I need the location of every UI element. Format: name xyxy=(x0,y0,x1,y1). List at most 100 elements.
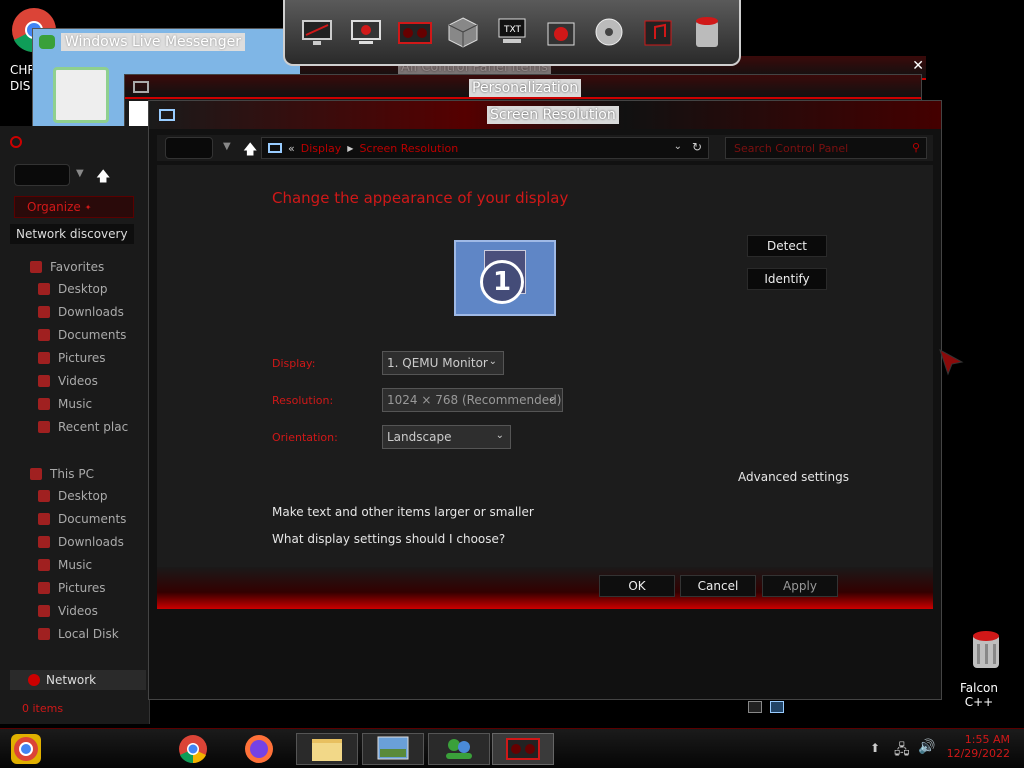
start-button[interactable] xyxy=(6,731,46,767)
clock[interactable]: 1:55 AM 12/29/2022 xyxy=(947,733,1010,761)
taskbar-firefox[interactable] xyxy=(228,733,290,765)
txt-file-icon[interactable]: TXT xyxy=(492,10,532,54)
taskbar-screen-resolution[interactable] xyxy=(492,733,554,765)
sidebar-item-pc-desktop[interactable]: Desktop xyxy=(38,489,108,503)
up-arrow-icon[interactable]: 🡅 xyxy=(243,139,257,163)
desktop-icon-label: Falcon C++ xyxy=(959,681,999,709)
apply-button[interactable]: Apply xyxy=(762,575,838,597)
chevron-down-icon[interactable]: ⌄ xyxy=(674,141,682,152)
sidebar-item-documents[interactable]: Documents xyxy=(38,328,126,342)
preview-pane-icon[interactable] xyxy=(770,701,784,713)
chevron-down-icon[interactable]: ▼ xyxy=(76,168,84,179)
personalization-title-bar: Personalization xyxy=(125,75,921,99)
sidebar-item-pc-videos[interactable]: Videos xyxy=(38,604,98,618)
back-forward-buttons[interactable] xyxy=(14,164,70,186)
tray-arrow-icon[interactable]: ⬆ xyxy=(870,741,880,755)
sidebar-item-label: Local Disk xyxy=(58,627,119,641)
taskbar-personalization[interactable] xyxy=(362,733,424,765)
back-forward-buttons[interactable] xyxy=(165,137,213,159)
downloads-icon xyxy=(38,306,50,318)
identify-label: Identify xyxy=(764,272,810,286)
sidebar-item-pc-pictures[interactable]: Pictures xyxy=(38,581,106,595)
network-icon xyxy=(28,674,40,686)
breadcrumb-screen-resolution[interactable]: Screen Resolution xyxy=(359,142,458,155)
taskbar-chrome[interactable] xyxy=(162,733,224,765)
local-disk-icon xyxy=(38,628,50,640)
status-text: 0 items xyxy=(22,702,64,715)
identify-button[interactable]: Identify xyxy=(747,268,827,290)
favorites-icon xyxy=(30,261,42,273)
refresh-icon[interactable]: ↻ xyxy=(692,140,702,154)
page-title: Change the appearance of your display xyxy=(272,189,569,207)
sidebar-item-recent-places[interactable]: Recent plac xyxy=(38,420,128,434)
ok-label: OK xyxy=(628,579,646,593)
orientation-select[interactable]: Landscape ⌄ xyxy=(382,425,511,449)
close-icon[interactable]: ✕ xyxy=(912,58,924,74)
details-view-icon[interactable] xyxy=(748,701,762,713)
sidebar-item-label: Downloads xyxy=(58,535,124,549)
search-placeholder: Search Control Panel xyxy=(734,141,849,155)
red-bucket-icon xyxy=(973,631,999,668)
network-tray-icon[interactable]: 🖧 xyxy=(894,739,910,763)
desktop-icon-falcon[interactable]: Falcon C++ xyxy=(944,630,1014,709)
videos-icon xyxy=(38,605,50,617)
resolution-select[interactable]: 1024 × 768 (Recommended) ⌄ xyxy=(382,388,563,412)
taskbar-messenger[interactable] xyxy=(428,733,490,765)
dialog-footer: OK Cancel Apply xyxy=(157,567,933,609)
cancel-button[interactable]: Cancel xyxy=(680,575,756,597)
music-folder-icon[interactable] xyxy=(638,10,678,54)
display-select[interactable]: 1. QEMU Monitor ⌄ xyxy=(382,351,504,375)
desktop-icon xyxy=(38,490,50,502)
volume-icon[interactable]: 🔊 xyxy=(918,739,935,755)
network-discovery-bar[interactable]: Network discovery xyxy=(10,224,134,244)
monitor-preview[interactable]: 1 xyxy=(454,240,556,316)
sidebar-item-music[interactable]: Music xyxy=(38,397,92,411)
search-input[interactable]: Search Control Panel ⚲ xyxy=(725,137,927,159)
advanced-settings-link[interactable]: Advanced settings xyxy=(738,470,849,484)
chevron-down-icon: ⌄ xyxy=(547,393,556,404)
monitor-settings-icon[interactable] xyxy=(346,10,386,54)
detect-button[interactable]: Detect xyxy=(747,235,827,257)
disk-icon[interactable] xyxy=(589,10,629,54)
recycle-bin-icon[interactable] xyxy=(687,10,727,54)
sidebar-item-downloads[interactable]: Downloads xyxy=(38,305,124,319)
taskbar: ⬆ 🖧 🔊 1:55 AM 12/29/2022 xyxy=(0,728,1024,768)
sidebar-item-label: Recent plac xyxy=(58,420,129,434)
sidebar-item-desktop[interactable]: Desktop xyxy=(38,282,108,296)
breadcrumb[interactable]: « Display ▶ Screen Resolution ⌄ ↻ xyxy=(261,137,709,159)
up-arrow-icon[interactable]: 🡅 xyxy=(96,166,110,190)
sidebar-item-pictures[interactable]: Pictures xyxy=(38,351,106,365)
sidebar-item-local-disk[interactable]: Local Disk xyxy=(38,627,119,641)
messenger-icon xyxy=(39,35,55,49)
text-size-link[interactable]: Make text and other items larger or smal… xyxy=(272,505,534,519)
sidebar-item-network[interactable]: Network xyxy=(10,670,146,690)
taskbar-explorer[interactable] xyxy=(296,733,358,765)
explorer-window[interactable]: ▼ 🡅 Organize ✦ Network discovery Favorit… xyxy=(0,126,150,724)
ok-button[interactable]: OK xyxy=(599,575,675,597)
videos-icon xyxy=(38,375,50,387)
sidebar-item-label: Pictures xyxy=(58,351,106,365)
sidebar-item-videos[interactable]: Videos xyxy=(38,374,98,388)
sidebar-item-pc-documents[interactable]: Documents xyxy=(38,512,126,526)
folder-red-icon[interactable] xyxy=(541,10,581,54)
desktop-icon xyxy=(38,283,50,295)
sidebar-item-pc-downloads[interactable]: Downloads xyxy=(38,535,124,549)
chevron-down-icon: ⌄ xyxy=(495,430,504,441)
chevron-down-icon[interactable]: ▼ xyxy=(223,141,231,152)
display-help-link[interactable]: What display settings should I choose? xyxy=(272,532,505,546)
sidebar-item-pc-music[interactable]: Music xyxy=(38,558,92,572)
monitor-small-icon xyxy=(159,109,175,121)
nav-group-this-pc[interactable]: This PC xyxy=(30,467,94,481)
graphics-card-icon[interactable] xyxy=(395,10,435,54)
documents-icon xyxy=(38,513,50,525)
box-icon[interactable] xyxy=(443,10,483,54)
nav-group-favorites[interactable]: Favorites xyxy=(30,260,104,274)
sidebar-item-label: Network xyxy=(46,673,97,687)
content-pane: Change the appearance of your display 1 … xyxy=(157,165,933,567)
sidebar-item-label: Pictures xyxy=(58,581,106,595)
title-bar[interactable]: Screen Resolution xyxy=(149,101,941,129)
breadcrumb-display[interactable]: Display xyxy=(301,142,342,155)
screen-resolution-window[interactable]: Screen Resolution ▼ 🡅 « Display ▶ Screen… xyxy=(148,100,942,700)
organize-menu[interactable]: Organize ✦ xyxy=(14,196,134,218)
display-icon[interactable] xyxy=(297,10,337,54)
